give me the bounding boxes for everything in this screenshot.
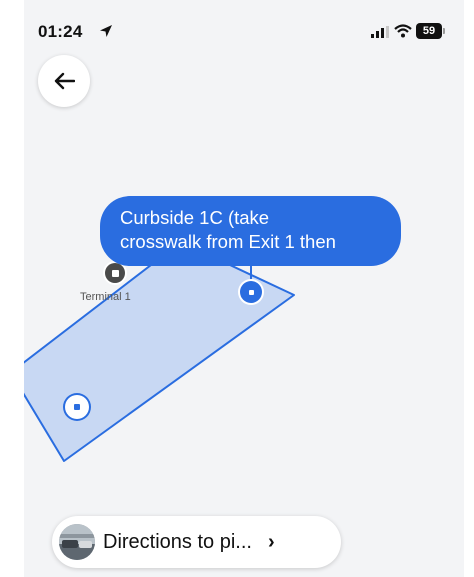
battery-cap (443, 28, 445, 34)
directions-label: Directions to pi... (103, 530, 252, 553)
tooltip-line-1: Curbside 1C (take (120, 207, 270, 228)
battery-icon: 59 (416, 23, 442, 39)
chevron-right-icon: › (267, 530, 275, 553)
pickup-point-marker-secondary[interactable] (65, 395, 89, 419)
wifi-icon (394, 24, 412, 38)
directions-thumbnail (59, 524, 95, 560)
pickup-zone[interactable] (24, 241, 295, 462)
arrow-left-icon (54, 72, 75, 90)
street-photo-icon (59, 524, 95, 560)
tooltip-line-2: crosswalk from Exit 1 then (120, 231, 336, 252)
pickup-point-marker[interactable] (240, 281, 262, 303)
terminal-marker-icon[interactable] (105, 263, 125, 283)
terminal-label: Terminal 1 (80, 291, 131, 303)
status-bar: 01:24 59 (24, 18, 464, 46)
signal-icon (371, 26, 389, 38)
status-time: 01:24 (38, 22, 83, 41)
back-button[interactable] (38, 55, 90, 107)
pickup-tooltip[interactable]: Curbside 1C (take crosswalk from Exit 1 … (100, 196, 401, 266)
directions-button[interactable]: Directions to pi... › (52, 516, 341, 568)
map-screen[interactable]: 01:24 59 Terminal 1 Curbside 1C (take cr… (24, 0, 464, 577)
location-arrow-icon (100, 25, 112, 37)
